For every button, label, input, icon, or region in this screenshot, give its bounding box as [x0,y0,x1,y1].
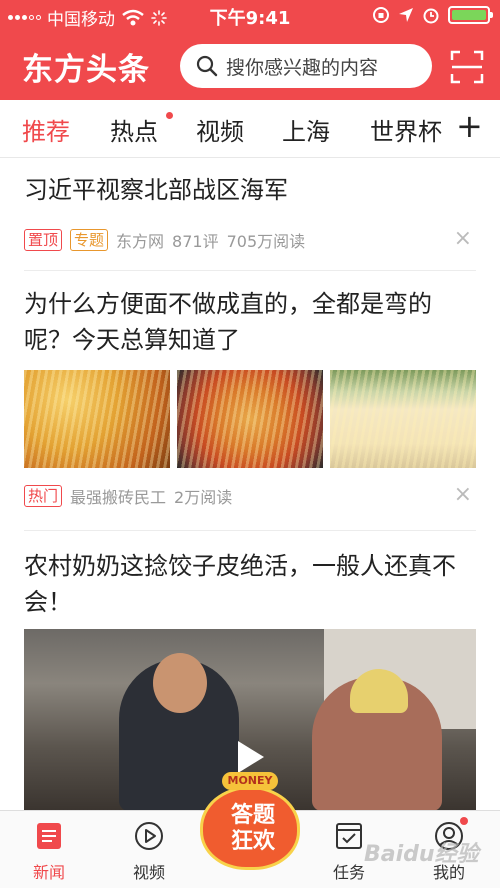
promo-badge: 答题 狂欢 [200,786,300,870]
article-card[interactable]: 为什么方便面不做成直的，全都是弯的呢？今天总算知道了 热门 最强搬砖民工 2万阅… [24,286,476,516]
promo-money-label: MONEY [222,772,278,790]
status-bar: 中国移动 下午9:41 [0,0,500,32]
tab-hot[interactable]: 热点 [110,112,158,147]
channel-tabs: 推荐 热点 视频 上海 世界杯 + [0,100,500,158]
dismiss-button[interactable]: × [454,484,472,506]
promo-text: 答题 狂欢 [230,803,275,854]
location-icon [399,8,413,22]
nav-news[interactable]: 新闻 [4,811,94,888]
quiz-promo-button[interactable]: 答题 狂欢 MONEY [196,764,304,876]
notification-dot [460,817,468,825]
scan-icon[interactable] [450,50,484,84]
article-title[interactable]: 农村奶奶这捻饺子皮绝活，一般人还真不会！ [24,548,476,620]
pinned-tag: 置顶 [24,229,63,251]
tab-hot-dot [166,112,173,119]
app-logo: 东方头条 [22,52,150,88]
article-image [330,370,476,468]
tab-shanghai[interactable]: 上海 [282,112,330,147]
dismiss-button[interactable]: × [454,228,472,250]
article-source: 最强搬砖民工 [70,488,167,507]
status-right [372,6,493,24]
search-placeholder: 搜你感兴趣的内容 [226,56,379,79]
read-count: 2万阅读 [174,488,233,507]
search-icon [196,55,218,77]
tab-video[interactable]: 视频 [196,112,244,147]
watermark: Baidu经验 [364,842,479,867]
article-image [177,370,323,468]
nav-label: 新闻 [32,863,65,882]
article-title[interactable]: 为什么方便面不做成直的，全都是弯的呢？今天总算知道了 [24,286,476,358]
comment-count: 871评 [172,232,219,251]
alarm-icon [423,8,439,24]
person-figure [312,669,442,811]
nav-video[interactable]: 视频 [104,811,194,888]
battery-icon [448,6,493,24]
article-image [24,370,170,468]
article-meta: 置顶 专题 东方网 871评 705万阅读 [24,228,305,252]
divider [24,530,476,531]
nav-label: 视频 [132,863,165,882]
tab-world-cup[interactable]: 世界杯 [370,112,442,147]
divider [24,270,476,271]
article-card[interactable]: 农村奶奶这捻饺子皮绝活，一般人还真不会！ [24,548,476,628]
tab-recommend[interactable]: 推荐 [22,112,70,147]
news-icon [37,823,61,849]
article-card[interactable]: 习近平视察北部战区海军 置顶 专题 东方网 871评 705万阅读 × [24,172,476,264]
task-icon [336,823,362,849]
topic-tag: 专题 [70,229,109,251]
app-header: 中国移动 下午9:41 东方头条 搜你感兴趣的内容 [0,0,500,100]
search-input[interactable]: 搜你感兴趣的内容 [180,44,432,88]
article-meta: 热门 最强搬砖民工 2万阅读 [24,484,232,508]
video-play-icon [135,822,163,850]
orientation-lock-icon [373,7,389,23]
article-title[interactable]: 习近平视察北部战区海军 [24,172,476,208]
read-count: 705万阅读 [226,232,306,251]
article-source: 东方网 [116,232,165,251]
hot-tag: 热门 [24,485,63,507]
add-channel-button[interactable]: + [456,108,483,144]
